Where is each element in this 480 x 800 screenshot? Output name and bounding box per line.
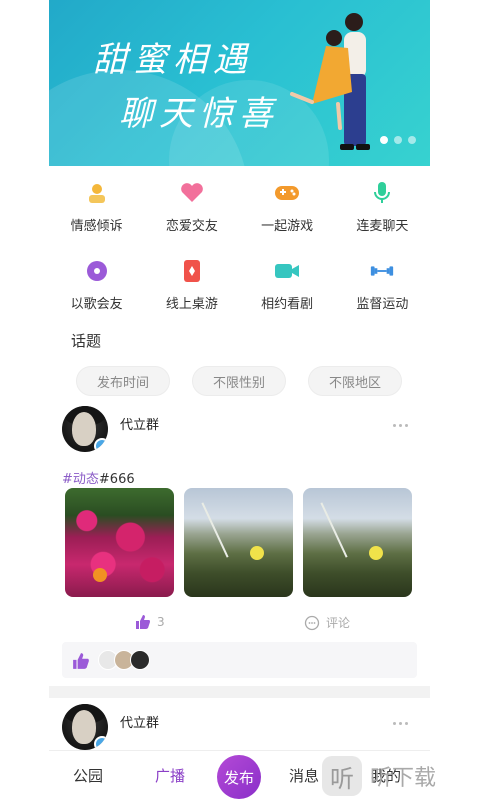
comment-icon bbox=[304, 615, 320, 630]
category-music[interactable]: 以歌会友 bbox=[49, 254, 144, 312]
avatar-face bbox=[72, 710, 96, 744]
nav-park[interactable]: 公园 bbox=[73, 765, 103, 786]
card-icon bbox=[179, 258, 205, 283]
feed-post: 代立群 #动态#666 3 评论 bbox=[49, 402, 430, 684]
category-label: 恋爱交友 bbox=[165, 219, 218, 234]
more-options-icon[interactable] bbox=[393, 424, 408, 427]
category-dating[interactable]: 恋爱交友 bbox=[144, 176, 239, 234]
post-photo[interactable] bbox=[65, 488, 174, 597]
post-hashtag: #666 bbox=[98, 472, 135, 487]
pagination-dot[interactable] bbox=[394, 136, 402, 144]
category-label: 连麦聊天 bbox=[356, 219, 409, 234]
category-play-games[interactable]: 一起游戏 bbox=[240, 176, 335, 234]
feed-divider bbox=[49, 686, 430, 698]
video-camera-icon bbox=[274, 258, 300, 283]
watermark-text: 听下载 bbox=[370, 766, 437, 791]
watermark-logo: 听 bbox=[322, 756, 362, 796]
category-voice-chat[interactable]: 连麦聊天 bbox=[335, 176, 430, 234]
like-button[interactable]: 3 bbox=[135, 614, 165, 630]
microphone-icon bbox=[369, 180, 395, 205]
likers-bar[interactable] bbox=[62, 642, 417, 678]
category-watch-shows[interactable]: 相约看剧 bbox=[240, 254, 335, 312]
music-disc-icon bbox=[84, 258, 110, 283]
verified-badge-icon bbox=[94, 736, 108, 750]
post-username[interactable]: 代立群 bbox=[120, 712, 159, 731]
nav-broadcast[interactable]: 广播 bbox=[155, 765, 185, 786]
pagination-dot[interactable] bbox=[380, 136, 388, 144]
category-label: 相约看剧 bbox=[261, 297, 314, 312]
app-screen: 甜蜜相遇 聊天惊喜 情感倾诉 恋爱交友 一起游戏 连麦聊天 以歌会友 线上桌游 … bbox=[49, 0, 430, 800]
nav-messages[interactable]: 消息 bbox=[289, 765, 319, 786]
category-label: 以歌会友 bbox=[70, 297, 123, 312]
thumbs-up-icon bbox=[136, 615, 150, 629]
more-options-icon[interactable] bbox=[393, 722, 408, 725]
topics-heading: 话题 bbox=[71, 332, 102, 350]
post-tags: #动态#666 bbox=[62, 468, 135, 487]
pagination-dot[interactable] bbox=[408, 136, 416, 144]
post-photo[interactable] bbox=[303, 488, 412, 597]
comment-label: 评论 bbox=[326, 616, 351, 630]
category-workout[interactable]: 监督运动 bbox=[335, 254, 430, 312]
heart-icon bbox=[179, 180, 205, 205]
filter-bar: 发布时间 不限性别 不限地区 bbox=[76, 366, 402, 396]
category-label: 线上桌游 bbox=[165, 297, 218, 312]
post-username[interactable]: 代立群 bbox=[120, 414, 159, 433]
avatar-face bbox=[72, 412, 96, 446]
person-icon bbox=[84, 180, 110, 205]
filter-region[interactable]: 不限地区 bbox=[308, 366, 402, 396]
thumbs-up-icon bbox=[73, 653, 89, 669]
filter-gender[interactable]: 不限性别 bbox=[192, 366, 286, 396]
feed-post: 代立群 bbox=[49, 700, 430, 750]
banner-title-line1: 甜蜜相遇 bbox=[93, 40, 253, 80]
watermark: 听 听下载 bbox=[322, 756, 436, 796]
avatar[interactable] bbox=[62, 704, 108, 750]
banner-title-line2: 聊天惊喜 bbox=[119, 94, 279, 134]
dumbbell-icon bbox=[369, 258, 395, 283]
gamepad-icon bbox=[274, 180, 300, 205]
like-count: 3 bbox=[157, 615, 165, 629]
category-board-games[interactable]: 线上桌游 bbox=[144, 254, 239, 312]
post-topic-tag[interactable]: #动态 bbox=[62, 472, 99, 487]
category-grid: 情感倾诉 恋爱交友 一起游戏 连麦聊天 以歌会友 线上桌游 相约看剧 监督运动 bbox=[49, 176, 430, 312]
verified-badge-icon bbox=[94, 438, 108, 452]
comment-button[interactable]: 评论 bbox=[304, 614, 350, 631]
banner-pagination[interactable] bbox=[380, 136, 416, 144]
publish-button[interactable]: 发布 bbox=[217, 755, 261, 799]
avatar[interactable] bbox=[62, 406, 108, 452]
category-label: 监督运动 bbox=[356, 297, 409, 312]
post-photo[interactable] bbox=[184, 488, 293, 597]
post-actions: 3 评论 bbox=[49, 614, 430, 634]
category-label: 一起游戏 bbox=[261, 219, 314, 234]
category-emotional-talk[interactable]: 情感倾诉 bbox=[49, 176, 144, 234]
liker-avatar[interactable] bbox=[130, 650, 150, 670]
filter-publish-time[interactable]: 发布时间 bbox=[76, 366, 170, 396]
promo-banner[interactable]: 甜蜜相遇 聊天惊喜 bbox=[49, 0, 430, 166]
category-label: 情感倾诉 bbox=[70, 219, 123, 234]
post-photo-grid bbox=[65, 488, 412, 597]
